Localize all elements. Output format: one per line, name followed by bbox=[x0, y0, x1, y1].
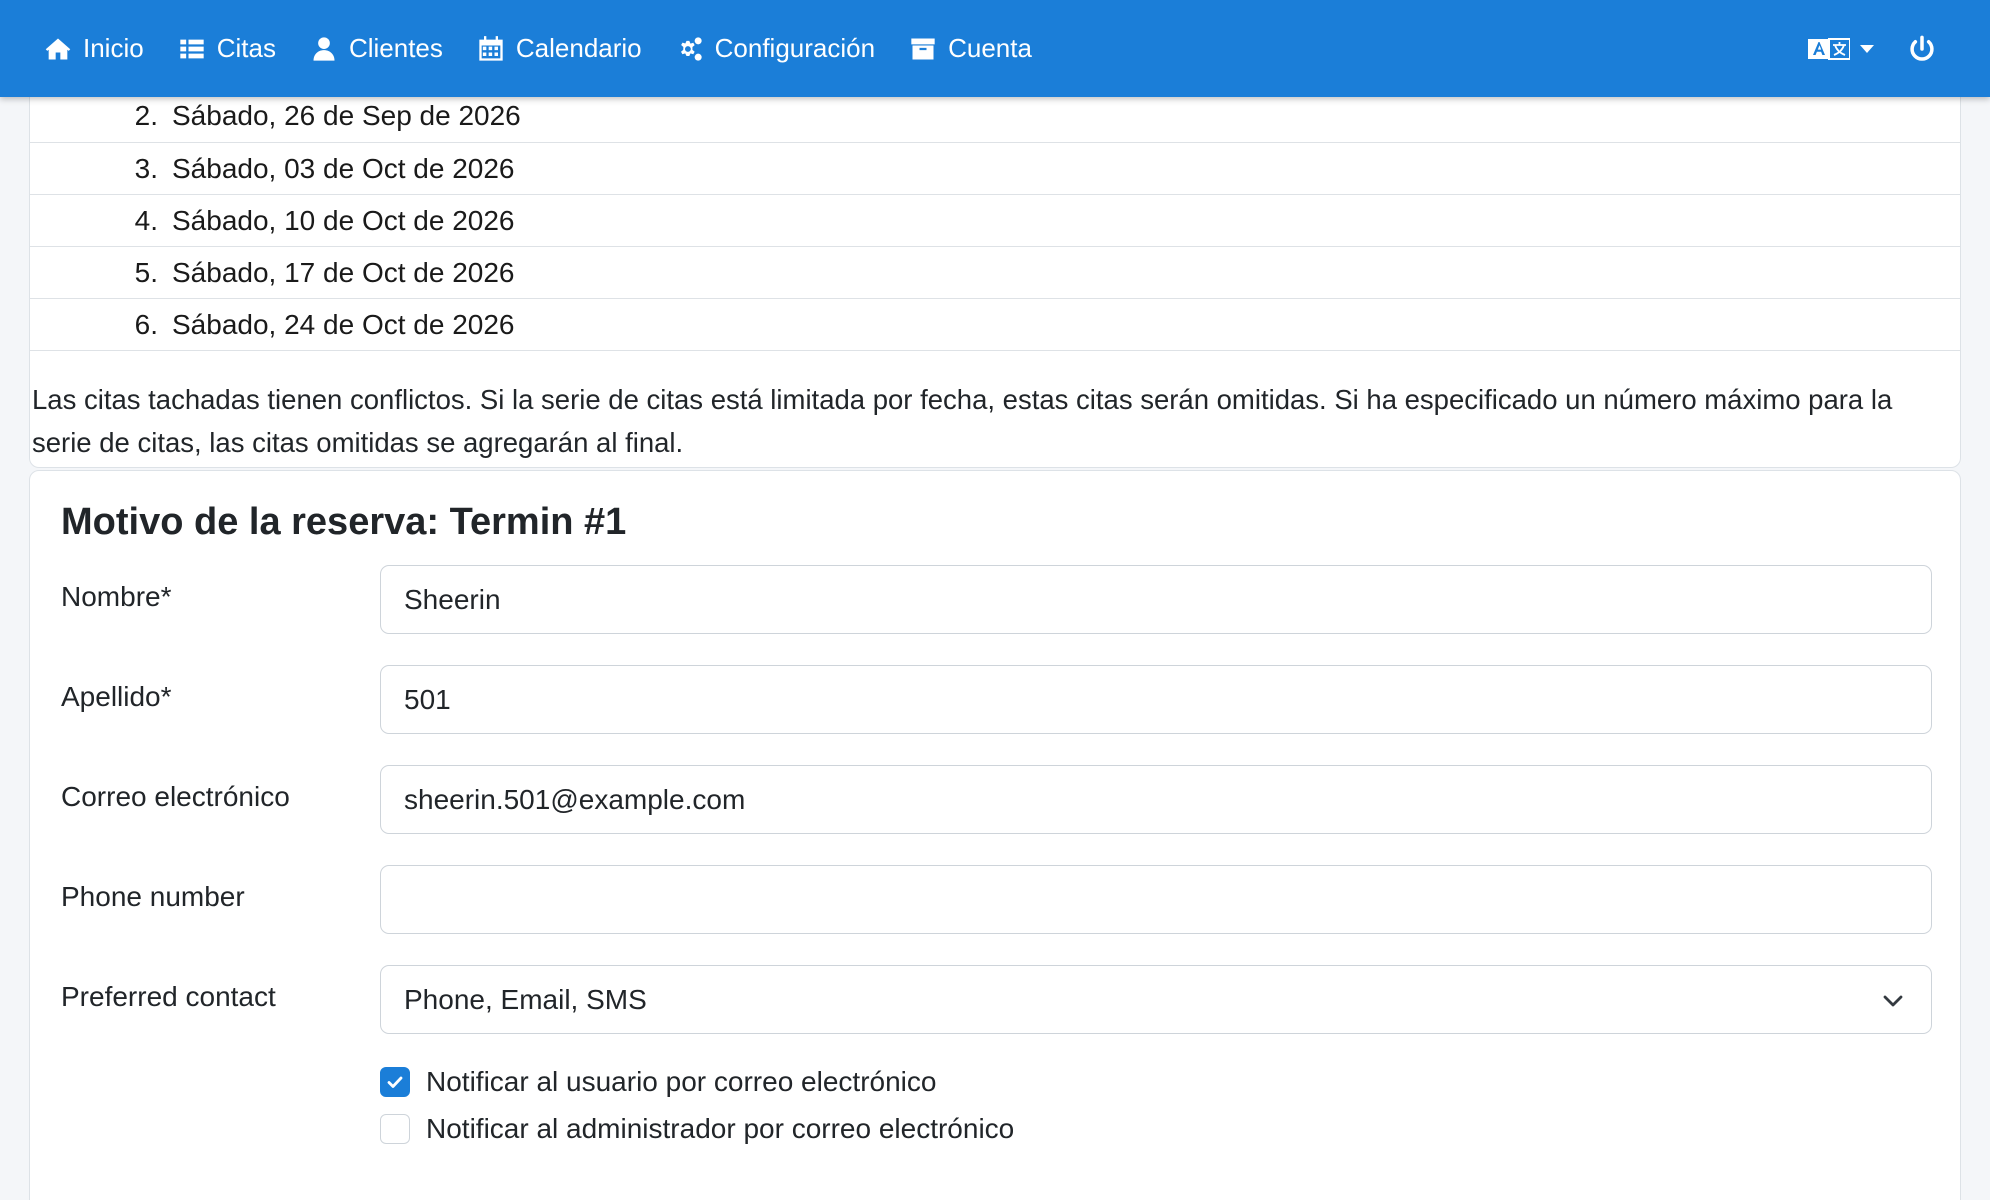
notify-user-checkbox-row[interactable]: Notificar al usuario por correo electrón… bbox=[380, 1066, 936, 1098]
top-navbar: Inicio Citas Clientes Calendario Configu… bbox=[0, 0, 1990, 97]
chevron-down-icon bbox=[1883, 995, 1903, 1007]
list-item-number: 5. bbox=[134, 256, 158, 288]
list-item-date: Sábado, 03 de Oct de 2026 bbox=[172, 152, 515, 184]
notify-user-label: Notificar al usuario por correo electrón… bbox=[426, 1066, 937, 1097]
phone-input[interactable] bbox=[380, 865, 1932, 934]
appointment-dates-list: 2. Sábado, 26 de Sep de 2026 3. Sábado, … bbox=[30, 60, 1960, 351]
nav-item-label: Citas bbox=[216, 33, 276, 63]
nav-item-label: Calendario bbox=[515, 33, 642, 63]
nav-item-label: Inicio bbox=[83, 33, 144, 63]
last-name-label: Apellido* bbox=[61, 681, 172, 712]
nav-right-tools bbox=[1808, 0, 1936, 97]
list-item: 6. Sábado, 24 de Oct de 2026 bbox=[30, 299, 1960, 351]
list-item-number: 6. bbox=[134, 308, 158, 340]
notify-user-checkbox[interactable] bbox=[380, 1067, 410, 1097]
preferred-contact-value: Phone, Email, SMS bbox=[404, 983, 647, 1015]
nav-item-clientes[interactable]: Clientes bbox=[310, 33, 443, 64]
list-item-number: 3. bbox=[134, 152, 158, 184]
power-icon[interactable] bbox=[1908, 35, 1936, 63]
preferred-contact-select[interactable]: Phone, Email, SMS bbox=[380, 965, 1932, 1034]
email-input[interactable] bbox=[380, 765, 1932, 834]
notify-admin-checkbox[interactable] bbox=[380, 1114, 410, 1144]
recurring-dates-card: 2. Sábado, 26 de Sep de 2026 3. Sábado, … bbox=[29, 60, 1961, 468]
phone-label: Phone number bbox=[61, 881, 245, 912]
notify-admin-label: Notificar al administrador por correo el… bbox=[426, 1113, 1015, 1144]
preferred-contact-label: Preferred contact bbox=[61, 981, 276, 1012]
list-item-date: Sábado, 24 de Oct de 2026 bbox=[172, 308, 515, 340]
list-item-date: Sábado, 26 de Sep de 2026 bbox=[172, 100, 521, 131]
first-name-label: Nombre* bbox=[61, 581, 172, 612]
calendar-icon bbox=[479, 35, 503, 61]
chevron-down-icon bbox=[1860, 44, 1874, 53]
nav-item-label: Clientes bbox=[348, 33, 443, 63]
nav-item-calendario[interactable]: Calendario bbox=[477, 33, 642, 64]
conflict-note: Las citas tachadas tienen conflictos. Si… bbox=[32, 384, 1893, 458]
email-label: Correo electrónico bbox=[61, 781, 290, 812]
nav-item-configuracion[interactable]: Configuración bbox=[676, 33, 875, 64]
home-icon bbox=[45, 38, 71, 59]
nav-item-citas[interactable]: Citas bbox=[178, 33, 276, 64]
list-item-number: 2. bbox=[134, 100, 158, 131]
first-name-input[interactable] bbox=[380, 565, 1932, 634]
list-item: 5. Sábado, 17 de Oct de 2026 bbox=[30, 247, 1960, 299]
archive-icon bbox=[911, 38, 935, 59]
checkmark-icon bbox=[387, 1076, 403, 1088]
user-icon bbox=[313, 36, 335, 61]
gears-icon bbox=[680, 36, 702, 61]
list-item: 4. Sábado, 10 de Oct de 2026 bbox=[30, 195, 1960, 247]
list-item-date: Sábado, 10 de Oct de 2026 bbox=[172, 204, 515, 236]
booking-form-card: Motivo de la reserva: Termin #1 Nombre* … bbox=[29, 470, 1961, 1200]
form-title: Motivo de la reserva: Termin #1 bbox=[61, 501, 627, 543]
nav-item-cuenta[interactable]: Cuenta bbox=[909, 33, 1032, 64]
list-item-number: 4. bbox=[134, 204, 158, 236]
notify-admin-checkbox-row[interactable]: Notificar al administrador por correo el… bbox=[380, 1113, 1014, 1145]
last-name-input[interactable] bbox=[380, 665, 1932, 734]
nav-menu: Inicio Citas Clientes Calendario Configu… bbox=[44, 0, 1066, 97]
list-item: 3. Sábado, 03 de Oct de 2026 bbox=[30, 143, 1960, 195]
nav-item-label: Configuración bbox=[714, 33, 876, 63]
translate-icon bbox=[1808, 37, 1850, 60]
nav-item-label: Cuenta bbox=[948, 33, 1032, 63]
list-icon bbox=[180, 39, 204, 58]
list-item-date: Sábado, 17 de Oct de 2026 bbox=[172, 256, 515, 288]
language-dropdown[interactable] bbox=[1808, 36, 1874, 62]
nav-item-inicio[interactable]: Inicio bbox=[44, 33, 144, 64]
